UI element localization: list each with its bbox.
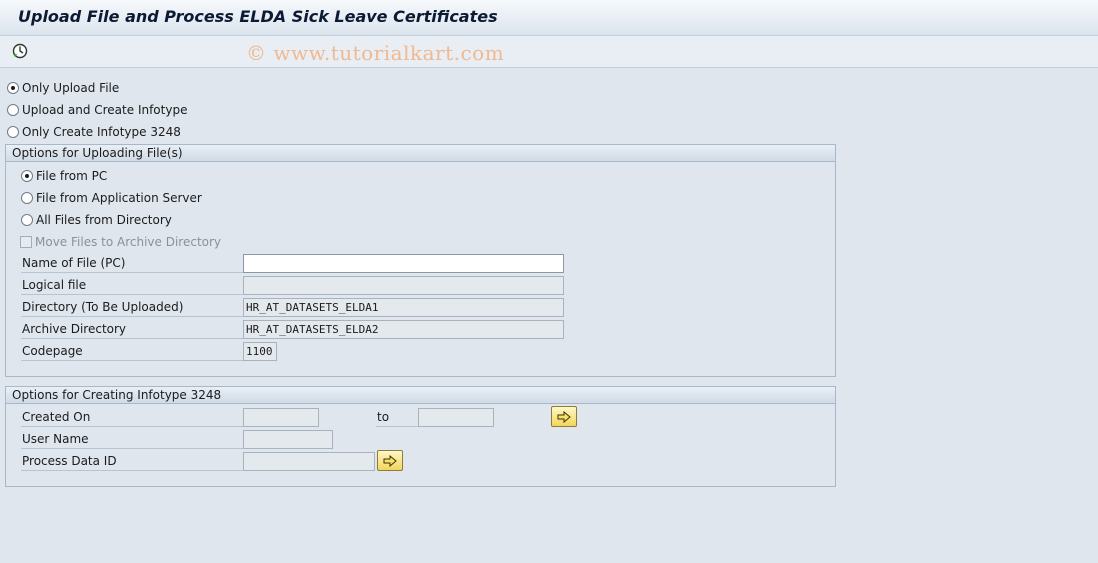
process-data-id-label: Process Data ID bbox=[21, 452, 243, 471]
logical-file-label: Logical file bbox=[21, 276, 243, 295]
radio-label: All Files from Directory bbox=[36, 213, 172, 227]
radio-indicator[interactable] bbox=[7, 126, 19, 138]
radio-indicator[interactable] bbox=[7, 82, 19, 94]
move-files-checkbox-row: Move Files to Archive Directory bbox=[20, 233, 221, 251]
group-title: Options for Creating Infotype 3248 bbox=[6, 387, 835, 404]
name-of-file-label: Name of File (PC) bbox=[21, 254, 243, 273]
radio-indicator[interactable] bbox=[7, 104, 19, 116]
process-data-id-selection-button[interactable] bbox=[377, 450, 403, 471]
created-on-from-input[interactable] bbox=[243, 408, 319, 427]
multiple-selection-button[interactable] bbox=[551, 406, 577, 427]
radio-indicator[interactable] bbox=[21, 214, 33, 226]
directory-input: HR_AT_DATASETS_ELDA1 bbox=[243, 298, 564, 317]
application-toolbar: © www.tutorialkart.com bbox=[0, 36, 1098, 68]
codepage-input: 1100 bbox=[243, 342, 277, 361]
upload-options-group: Options for Uploading File(s) File from … bbox=[5, 144, 836, 377]
logical-file-input bbox=[243, 276, 564, 295]
group-title: Options for Uploading File(s) bbox=[6, 145, 835, 162]
page-title: Upload File and Process ELDA Sick Leave … bbox=[18, 7, 498, 26]
user-name-input[interactable] bbox=[243, 430, 333, 449]
move-files-checkbox bbox=[20, 236, 32, 248]
codepage-label: Codepage bbox=[21, 342, 243, 361]
radio-file-from-app-server[interactable]: File from Application Server bbox=[21, 189, 202, 207]
user-name-label: User Name bbox=[21, 430, 243, 449]
created-on-label: Created On bbox=[21, 408, 243, 427]
radio-file-from-pc[interactable]: File from PC bbox=[21, 167, 107, 185]
radio-indicator[interactable] bbox=[21, 192, 33, 204]
created-on-to-input[interactable] bbox=[418, 408, 494, 427]
directory-label: Directory (To Be Uploaded) bbox=[21, 298, 243, 317]
radio-label: Only Create Infotype 3248 bbox=[22, 125, 181, 139]
name-of-file-input[interactable] bbox=[243, 254, 564, 273]
archive-directory-input: HR_AT_DATASETS_ELDA2 bbox=[243, 320, 564, 339]
radio-label: File from Application Server bbox=[36, 191, 202, 205]
radio-only-create-infotype[interactable]: Only Create Infotype 3248 bbox=[7, 123, 181, 141]
main-content: Only Upload File Upload and Create Infot… bbox=[0, 69, 1098, 563]
execute-button[interactable] bbox=[11, 42, 29, 60]
radio-indicator[interactable] bbox=[21, 170, 33, 182]
arrow-right-icon bbox=[383, 454, 397, 467]
arrow-right-icon bbox=[557, 410, 571, 423]
archive-directory-label: Archive Directory bbox=[21, 320, 243, 339]
execute-icon bbox=[12, 43, 28, 59]
radio-all-files-from-directory[interactable]: All Files from Directory bbox=[21, 211, 172, 229]
created-on-to-label: to bbox=[376, 408, 418, 427]
process-data-id-input[interactable] bbox=[243, 452, 375, 471]
watermark-text: © www.tutorialkart.com bbox=[246, 41, 505, 65]
radio-label: File from PC bbox=[36, 169, 108, 183]
radio-only-upload-file[interactable]: Only Upload File bbox=[7, 79, 119, 97]
radio-upload-and-create[interactable]: Upload and Create Infotype bbox=[7, 101, 187, 119]
infotype-options-group: Options for Creating Infotype 3248 Creat… bbox=[5, 386, 836, 487]
title-bar: Upload File and Process ELDA Sick Leave … bbox=[0, 0, 1098, 36]
radio-label: Upload and Create Infotype bbox=[22, 103, 188, 117]
radio-label: Only Upload File bbox=[22, 81, 120, 95]
checkbox-label: Move Files to Archive Directory bbox=[35, 235, 222, 249]
